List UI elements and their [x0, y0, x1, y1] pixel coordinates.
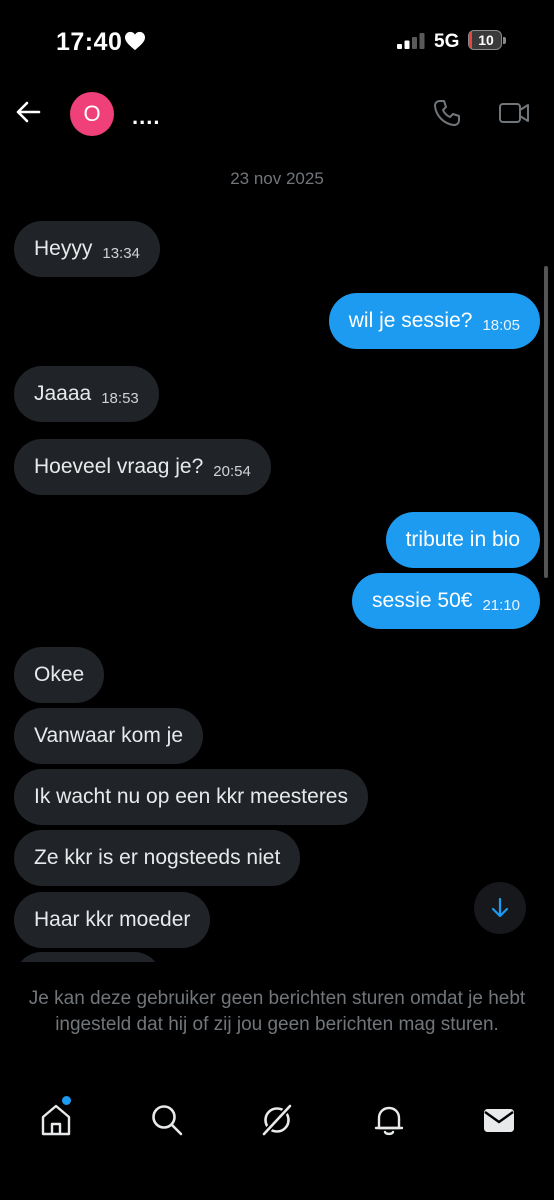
- message-text: Okee: [34, 663, 85, 686]
- message-text: Ik wacht nu op een kkr meesteres: [34, 785, 348, 808]
- message-bubble-incoming[interactable]: Okee: [14, 647, 105, 703]
- arrow-down-icon: [491, 897, 509, 918]
- message-text: Hoeveel vraag je?: [34, 455, 204, 478]
- message-bubble-incoming[interactable]: Jaaaa 18:53: [14, 366, 159, 422]
- status-bar: 17:40 5G 10: [0, 0, 554, 84]
- message-text: tribute in bio: [405, 528, 520, 551]
- avatar[interactable]: O: [70, 92, 114, 136]
- scrollbar[interactable]: [544, 266, 548, 578]
- message-bubble-incoming[interactable]: Hoeveel vraag je? 20:54: [14, 439, 271, 495]
- message-time: 13:34: [102, 244, 140, 262]
- message-bubble-incoming[interactable]: Haar kkr moeder: [14, 892, 211, 948]
- home-icon[interactable]: [38, 1096, 74, 1138]
- message-time: 18:53: [101, 389, 139, 407]
- message-text: Vanwaar kom je: [34, 724, 184, 747]
- message-bubble-incoming[interactable]: Vanwaar kom je: [14, 708, 204, 764]
- message-bubble-incoming[interactable]: Ik wacht nu op een kkr meesteres: [14, 769, 368, 825]
- message-time: 21:10: [482, 596, 520, 614]
- message-bubble-outgoing[interactable]: tribute in bio: [385, 512, 540, 568]
- bottom-navigation: [0, 1082, 554, 1200]
- heart-icon: [125, 31, 145, 51]
- video-camera-icon[interactable]: [498, 98, 530, 128]
- network-type: 5G: [434, 31, 460, 52]
- notice-text: Je kan deze gebruiker geen berichten stu…: [28, 988, 526, 1035]
- messaging-restricted-notice: Je kan deze gebruiker geen berichten stu…: [0, 962, 554, 1082]
- signal-icon: [397, 33, 425, 49]
- mail-icon[interactable]: [481, 1102, 517, 1138]
- message-text: Ze kkr is er nogsteeds niet: [34, 846, 281, 869]
- message-text: Haar kkr moeder: [34, 908, 191, 931]
- search-icon[interactable]: [149, 1102, 185, 1138]
- notification-dot: [62, 1096, 71, 1105]
- grok-icon[interactable]: [259, 1102, 295, 1138]
- status-time: 17:40: [56, 28, 123, 56]
- message-bubble-incoming[interactable]: Heyyy 13:34: [14, 221, 160, 277]
- message-time: 20:54: [213, 462, 251, 480]
- bell-icon[interactable]: [371, 1102, 407, 1138]
- message-text: wil je sessie?: [348, 309, 473, 332]
- contact-name[interactable]: ....: [132, 104, 160, 130]
- battery-indicator: 10: [468, 30, 508, 52]
- conversation-date: 23 nov 2025: [230, 169, 324, 188]
- conversation-header: O ....: [0, 84, 554, 146]
- phone-icon[interactable]: [432, 98, 462, 128]
- message-time: 18:05: [482, 316, 520, 334]
- battery-percent: 10: [478, 32, 494, 48]
- arrow-left-icon[interactable]: [14, 98, 42, 126]
- message-text: Jaaaa: [34, 382, 92, 405]
- message-bubble-outgoing[interactable]: wil je sessie? 18:05: [328, 293, 540, 349]
- message-text: Heyyy: [34, 237, 93, 260]
- message-bubble-outgoing[interactable]: sessie 50€ 21:10: [352, 573, 540, 629]
- message-text: sessie 50€: [372, 589, 473, 612]
- scroll-to-bottom-button[interactable]: [474, 882, 526, 934]
- message-bubble-incoming[interactable]: Ze kkr is er nogsteeds niet: [14, 830, 301, 886]
